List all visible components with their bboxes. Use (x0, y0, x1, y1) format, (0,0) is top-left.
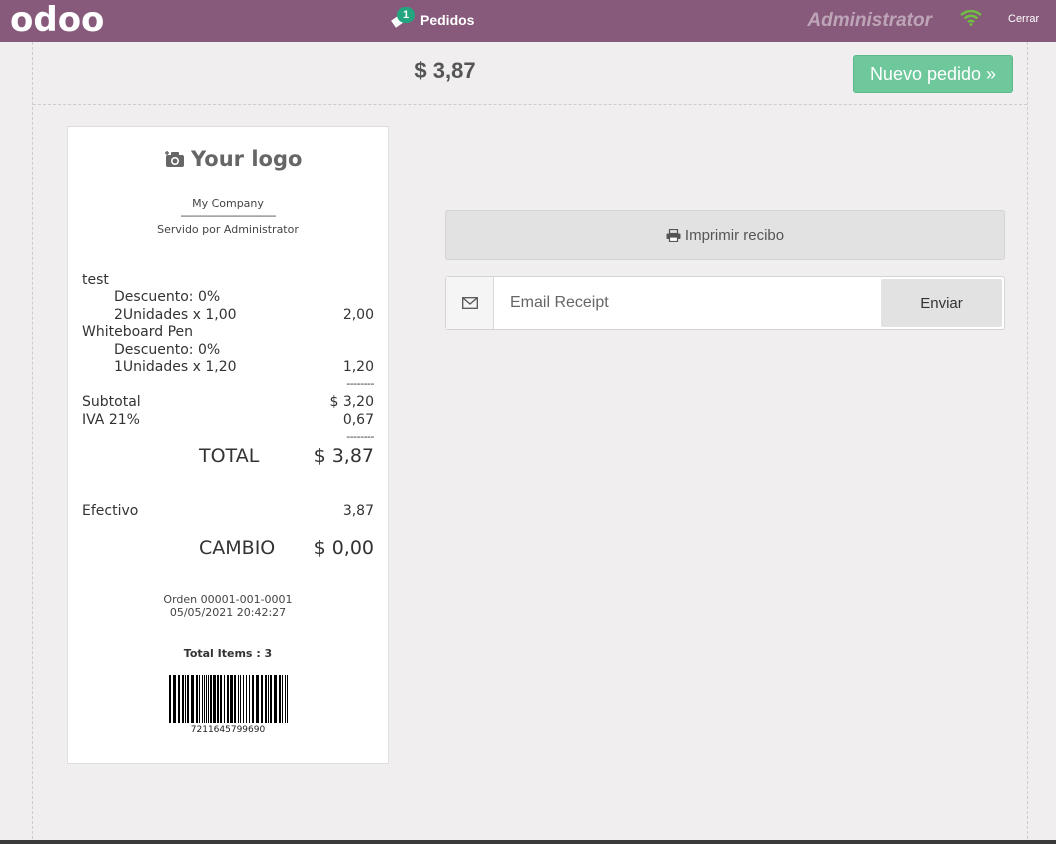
payment-value: 3,87 (342, 503, 374, 519)
barcode-bar (274, 675, 277, 723)
subtotal-row: Subtotal $ 3,20 (82, 394, 374, 411)
orders-count-badge: 1 (397, 7, 415, 23)
receipt: Your logo My Company -------------------… (67, 126, 389, 764)
barcode (169, 675, 288, 723)
orders-tab[interactable]: 1 Pedidos (388, 6, 474, 34)
barcode-bar (240, 675, 241, 723)
barcode-bar (173, 675, 176, 723)
camera-icon (165, 151, 184, 167)
order-number: Orden 00001-001-0001 (163, 593, 293, 606)
served-by: Servido por Administrator (157, 223, 299, 236)
user-name: Administrator (807, 10, 932, 31)
receipt-logo: Your logo (165, 147, 302, 171)
order-reference: Orden 00001-001-0001 05/05/2021 20:42:27 (68, 593, 388, 619)
close-button[interactable]: Cerrar (1008, 13, 1039, 25)
envelope-icon (446, 277, 494, 329)
subtotal-label: Subtotal (82, 394, 141, 410)
barcode-bar (204, 675, 205, 723)
barcode-bar (169, 675, 171, 723)
email-receipt-input[interactable] (494, 278, 879, 328)
barcode-bar (287, 675, 288, 723)
tax-value: 0,67 (342, 412, 374, 428)
barcode-bar (246, 675, 247, 723)
header-separator: -------------------------------- (180, 209, 276, 222)
total-label: TOTAL (199, 445, 260, 467)
print-receipt-button[interactable]: Imprimir recibo (445, 210, 1005, 260)
barcode-bar (270, 675, 272, 723)
barcode-bar (238, 675, 239, 723)
top-bar: odoo 1 Pedidos Administrator Cerrar (0, 0, 1056, 42)
change-label: CAMBIO (199, 537, 276, 559)
line-amount: 2,00 (342, 307, 374, 323)
barcode-bar (178, 675, 180, 723)
total-dashes: -------- (346, 430, 374, 443)
email-receipt-box: Enviar (445, 276, 1005, 330)
barcode-bar (220, 675, 222, 723)
barcode-bar (210, 675, 212, 723)
barcode-bar (199, 675, 200, 723)
barcode-bar (285, 675, 286, 723)
logo-text: Your logo (191, 147, 303, 171)
line-qty: 2Unidades x 1,00 2,00 (82, 307, 374, 324)
barcode-bar (213, 675, 216, 723)
barcode-bar (234, 675, 236, 723)
barcode-bar (243, 675, 244, 723)
barcode-bar (185, 675, 186, 723)
barcode-bar (279, 675, 281, 723)
orders-tab-label: Pedidos (420, 12, 475, 28)
line-product-name: test (82, 272, 109, 288)
send-email-button[interactable]: Enviar (881, 279, 1002, 327)
barcode-bar (265, 675, 267, 723)
line-qty-text: 1Unidades x 1,20 (114, 359, 237, 375)
printer-icon (666, 228, 681, 242)
amount-due: $ 3,87 (414, 58, 476, 83)
barcode-bar (217, 675, 219, 723)
line-discount: Descuento: 0% (114, 289, 221, 305)
receipt-screen: $ 3,87 Nuevo pedido » Your logo My Compa… (32, 42, 1028, 844)
print-receipt-label: Imprimir recibo (684, 226, 785, 244)
barcode-bar (256, 675, 259, 723)
barcode-number: 7211645799690 (190, 725, 266, 735)
odoo-logo: odoo (10, 0, 105, 40)
total-items: Total Items : 3 (183, 647, 273, 660)
payment-label: Efectivo (82, 503, 139, 519)
barcode-bar (227, 675, 229, 723)
total-value: $ 3,87 (313, 445, 374, 467)
barcode-bar (224, 675, 225, 723)
order-tag-icon: 1 (388, 7, 415, 33)
receipt-top-strip: $ 3,87 Nuevo pedido » (33, 42, 1027, 105)
barcode-bar (206, 675, 207, 723)
line-discount: Descuento: 0% (114, 342, 221, 358)
subtotal-value: $ 3,20 (329, 394, 374, 410)
window-bottom-edge (0, 840, 1056, 844)
barcode-bar (208, 675, 209, 723)
line-qty-text: 2Unidades x 1,00 (114, 307, 237, 323)
barcode-bar (252, 675, 254, 723)
change-value: $ 0,00 (313, 537, 374, 559)
barcode-bar (261, 675, 263, 723)
line-qty: 1Unidades x 1,20 1,20 (82, 359, 374, 376)
new-order-button[interactable]: Nuevo pedido » (853, 55, 1013, 93)
barcode-bar (187, 675, 189, 723)
payment-row: Efectivo 3,87 (82, 503, 374, 520)
barcode-bar (268, 675, 269, 723)
barcode-bar (282, 675, 283, 723)
wifi-icon (960, 9, 982, 31)
tax-row: IVA 21% 0,67 (82, 412, 374, 429)
barcode-bar (249, 675, 250, 723)
barcode-bar (230, 675, 233, 723)
order-date: 05/05/2021 20:42:27 (169, 606, 287, 619)
subtotal-dashes: -------- (346, 377, 374, 390)
barcode-bar (196, 675, 198, 723)
line-amount: 1,20 (342, 359, 374, 375)
line-product-name: Whiteboard Pen (82, 324, 194, 340)
barcode-bar (191, 675, 194, 723)
barcode-bar (202, 675, 203, 723)
barcode-bar (182, 675, 184, 723)
tax-label: IVA 21% (82, 412, 140, 428)
